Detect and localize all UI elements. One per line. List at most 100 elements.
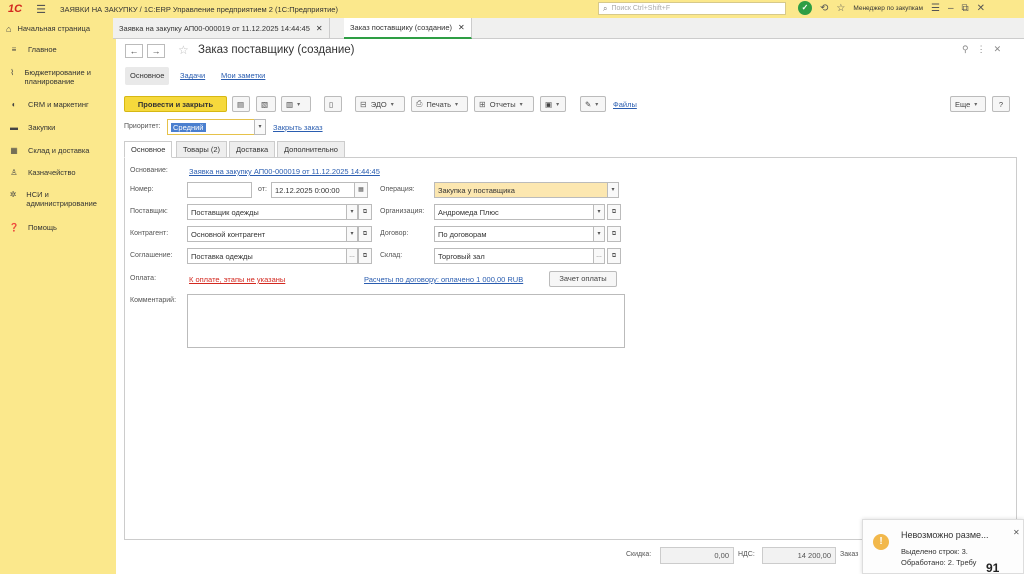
sidebar-item-crm[interactable]: ◐ CRM и маркетинг: [8, 100, 89, 109]
supplier-open-button[interactable]: ⧉: [358, 204, 372, 220]
structure-button[interactable]: ▯: [324, 96, 342, 112]
minimize-icon[interactable]: –: [948, 3, 954, 14]
window-actions[interactable]: ⚲⋮✕: [962, 44, 1009, 55]
contract-field[interactable]: По договорам: [434, 226, 594, 242]
close-tab-icon[interactable]: ✕: [458, 23, 465, 32]
dropdown-arrow-icon: ▾: [556, 101, 560, 108]
number-field[interactable]: [187, 182, 252, 198]
calendar-button[interactable]: ▦: [354, 182, 368, 198]
close-order-link[interactable]: Закрыть заказ: [273, 123, 323, 132]
priority-field[interactable]: Средний: [167, 119, 255, 135]
notification-popup[interactable]: ! Невозможно разме... ✕ Выделено строк: …: [862, 519, 1024, 574]
reports-button[interactable]: ⊞ Отчеты ▾: [474, 96, 534, 112]
organization-field[interactable]: Андромеда Плюс: [434, 204, 594, 220]
current-user[interactable]: Менеджер по закупкам: [853, 5, 923, 12]
edo-button[interactable]: ⊟ ЭДО ▾: [355, 96, 405, 112]
search-input[interactable]: ⌕ Поиск Ctrl+Shift+F: [598, 2, 786, 15]
warning-icon: !: [873, 534, 889, 550]
crm-icon: ◐: [11, 100, 17, 109]
comment-textarea[interactable]: [187, 294, 625, 348]
close-icon[interactable]: ✕: [1013, 528, 1020, 537]
contract-open-button[interactable]: ⧉: [607, 226, 621, 242]
settings-menu-icon[interactable]: ☰: [931, 3, 940, 14]
contract-dropdown[interactable]: ▾: [593, 226, 605, 242]
history-icon[interactable]: ⟲: [820, 3, 828, 14]
sidebar-item-treasury[interactable]: ♙ Казначейство: [8, 168, 76, 177]
tab-home[interactable]: ⌂ Начальная страница: [0, 18, 113, 39]
supplier-dropdown[interactable]: ▾: [346, 204, 358, 220]
tab-supplier-order[interactable]: Заказ поставщику (создание) ✕: [344, 18, 472, 39]
help-icon: ❓: [9, 223, 19, 232]
attachments-button[interactable]: ▣ ▾: [540, 96, 566, 112]
forward-button[interactable]: →: [147, 44, 165, 58]
post-and-close-button[interactable]: Провести и закрыть: [124, 96, 227, 112]
help-button[interactable]: ?: [992, 96, 1010, 112]
favorites-icon[interactable]: ☆: [836, 3, 845, 14]
agreement-open-button[interactable]: ⧉: [358, 248, 372, 264]
sidebar-item-label: Казначейство: [28, 168, 76, 177]
notification-line: Выделено строк: 3.: [901, 547, 968, 556]
edit-button[interactable]: ✎ ▾: [580, 96, 606, 112]
dropdown-arrow-icon: ▾: [519, 101, 523, 108]
tab-purchase-request[interactable]: Заявка на закупку АП00-000019 от 11.12.2…: [113, 18, 330, 39]
sidebar-item-admin[interactable]: ✲ НСИ и администрирование: [8, 190, 108, 208]
organization-dropdown[interactable]: ▾: [593, 204, 605, 220]
files-link[interactable]: Файлы: [613, 100, 637, 109]
sidebar-item-main[interactable]: ≡ Главное: [8, 45, 57, 54]
subtab-tasks[interactable]: Задачи: [175, 67, 210, 85]
priority-dropdown[interactable]: ▾: [254, 119, 266, 135]
print-button[interactable]: ⎙ Печать ▾: [411, 96, 468, 112]
favorite-star-icon[interactable]: ☆: [178, 43, 189, 57]
tab-main[interactable]: Основное: [124, 141, 173, 158]
sidebar-item-purchases[interactable]: ▬ Закупки: [8, 123, 55, 132]
sidebar-item-label: CRM и маркетинг: [28, 100, 89, 109]
sidebar-item-label: Закупки: [28, 123, 56, 132]
operation-dropdown[interactable]: ▾: [607, 182, 619, 198]
tab-delivery[interactable]: Доставка: [229, 141, 276, 158]
sidebar: ≡ Главное ⌇ Бюджетирование и планировани…: [0, 39, 116, 574]
subtab-main[interactable]: Основное: [125, 67, 170, 85]
create-based-on-button[interactable]: ▥ ▾: [281, 96, 311, 112]
contract-label: Договор:: [380, 230, 409, 237]
notifications-icon[interactable]: ✓: [798, 1, 812, 15]
date-from-label: от:: [258, 186, 267, 193]
open-icon: ⧉: [611, 209, 617, 215]
operation-field[interactable]: Закупка у поставщика: [434, 182, 608, 198]
more-button[interactable]: Еще ▾: [950, 96, 986, 112]
close-window-icon[interactable]: ✕: [977, 3, 985, 14]
supplier-field[interactable]: Поставщик одежды: [187, 204, 347, 220]
restore-icon[interactable]: ⧉: [962, 3, 969, 14]
tab-additional[interactable]: Дополнительно: [277, 141, 345, 158]
create-icon: ▥: [286, 99, 294, 109]
print-label: Печать: [426, 99, 451, 109]
sidebar-item-budgeting[interactable]: ⌇ Бюджетирование и планирование: [8, 68, 108, 86]
warehouse-open-button[interactable]: ⧉: [607, 248, 621, 264]
organization-open-button[interactable]: ⧉: [607, 204, 621, 220]
number-label: Номер:: [130, 186, 154, 193]
subtab-notes[interactable]: Мои заметки: [216, 67, 270, 85]
basis-link[interactable]: Заявка на закупку АП00-000019 от 11.12.2…: [189, 167, 380, 176]
warehouse-select-button[interactable]: …: [593, 248, 605, 264]
warehouse-field[interactable]: Торговый зал: [434, 248, 594, 264]
date-field[interactable]: 12.12.2025 0:00:00: [271, 182, 355, 198]
payment-link[interactable]: К оплате, этапы не указаны: [189, 275, 285, 284]
post-button[interactable]: ▧: [256, 96, 276, 112]
counterparty-field[interactable]: Основной контрагент: [187, 226, 347, 242]
vat-value: 14 200,00: [762, 547, 836, 564]
agreement-field[interactable]: Поставка одежды: [187, 248, 347, 264]
counterparty-dropdown[interactable]: ▾: [346, 226, 358, 242]
agreement-select-button[interactable]: …: [346, 248, 358, 264]
menu-icon[interactable]: ☰: [36, 3, 46, 16]
sidebar-item-label: Склад и доставка: [28, 146, 90, 155]
payment-offset-button[interactable]: Зачет оплаты: [549, 271, 617, 287]
sidebar-item-help[interactable]: ❓ Помощь: [8, 223, 57, 232]
save-button[interactable]: ▤: [232, 96, 250, 112]
settlements-link[interactable]: Расчеты по договору: оплачено 1 000,00 R…: [364, 275, 523, 284]
search-icon: ⌕: [603, 3, 608, 13]
back-button[interactable]: ←: [125, 44, 143, 58]
close-tab-icon[interactable]: ✕: [316, 24, 323, 33]
counterparty-open-button[interactable]: ⧉: [358, 226, 372, 242]
tab-goods[interactable]: Товары (2): [176, 141, 228, 158]
sidebar-item-warehouse[interactable]: ▦ Склад и доставка: [8, 146, 89, 155]
dropdown-arrow-icon: ▾: [595, 101, 599, 108]
